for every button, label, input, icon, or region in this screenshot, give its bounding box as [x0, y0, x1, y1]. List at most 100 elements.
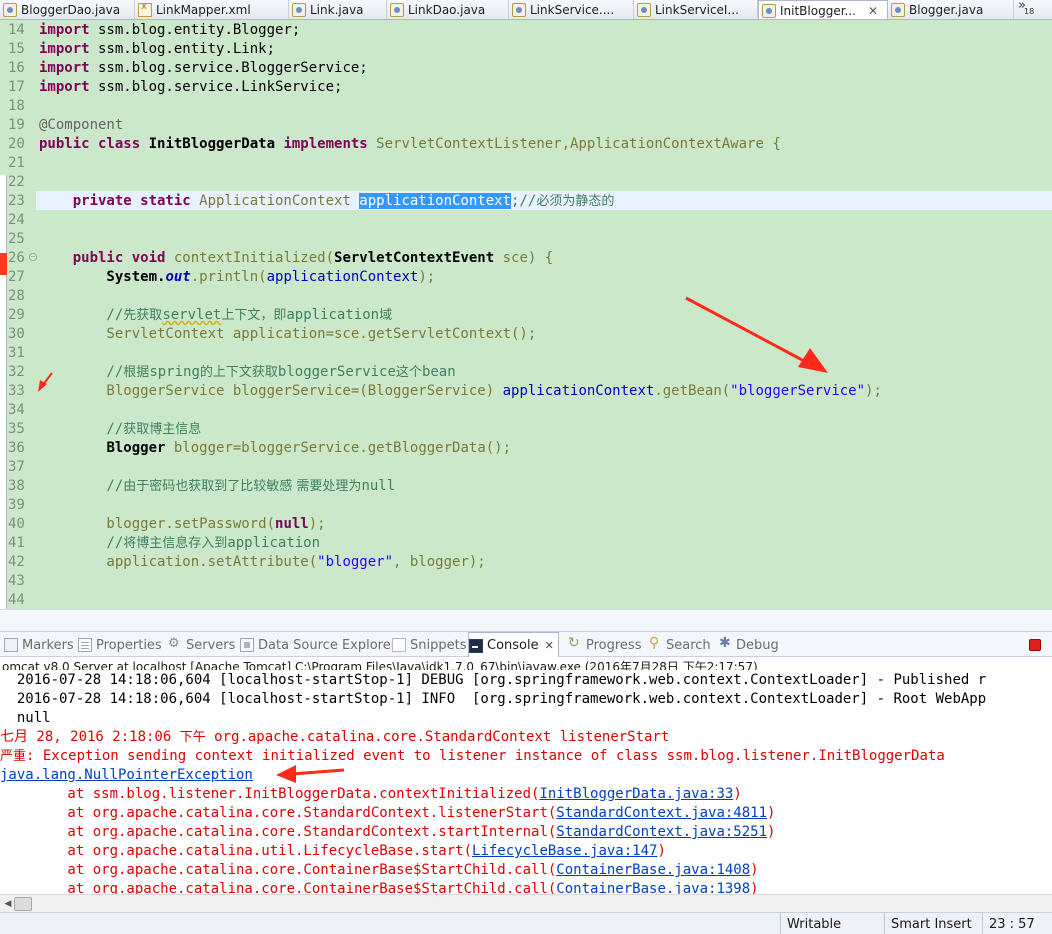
code-line-19: @Component [39, 117, 124, 133]
console-output[interactable]: 2016-07-28 14:18:06,604 [localhost-start… [0, 670, 1052, 894]
line-number: 40 [8, 516, 25, 532]
line-number: 15 [8, 41, 25, 57]
line-number: 19 [8, 117, 25, 133]
tab-label: InitBlogger... [780, 4, 856, 18]
left-panel-fragment [0, 175, 7, 609]
stack-frame: at ssm.blog.listener.InitBloggerData.con… [0, 786, 742, 802]
line-number: 27 [8, 269, 25, 285]
line-number: 21 [8, 155, 25, 171]
tab-label: LinkDao.java [408, 3, 486, 17]
line-number: 36 [8, 440, 25, 456]
tab-search[interactable]: Search [648, 632, 711, 658]
java-file-icon [3, 3, 17, 17]
console-icon [469, 638, 483, 653]
code-line-33: BloggerService bloggerService=(BloggerSe… [39, 383, 882, 399]
line-number: 28 [8, 288, 25, 304]
status-cursor-position: 23 : 57 [982, 913, 1052, 934]
tab-initbloggerdata[interactable]: InitBlogger... ✕ [758, 0, 888, 19]
tab-servers[interactable]: Servers [168, 632, 235, 658]
tab-label: Link.java [310, 3, 364, 17]
code-line-36: Blogger blogger=bloggerService.getBlogge… [106, 440, 512, 456]
stack-frame-link[interactable]: ContainerBase.java:1398 [556, 881, 750, 894]
tab-linkmapper[interactable]: LinkMapper.xml [135, 0, 289, 19]
editor-tab-bar: BloggerDao.java LinkMapper.xml Link.java… [0, 0, 1052, 20]
line-number: 24 [8, 212, 25, 228]
scroll-thumb[interactable] [14, 897, 32, 911]
close-icon[interactable]: ✕ [868, 4, 878, 18]
tab-properties[interactable]: Properties [78, 632, 162, 658]
console-horizontal-scrollbar[interactable]: ◀ [0, 894, 1052, 912]
tab-label: LinkServiceI... [655, 3, 739, 17]
tab-link[interactable]: Link.java [289, 0, 387, 19]
tab-bloggerdao[interactable]: BloggerDao.java [0, 0, 135, 19]
line-number: 20 [8, 136, 25, 152]
debug-icon [718, 635, 732, 652]
tab-linkdao[interactable]: LinkDao.java [387, 0, 509, 19]
code-line-16: import ssm.blog.service.BloggerService; [39, 60, 368, 76]
line-number: 29 [8, 307, 25, 323]
tab-label: LinkService.... [530, 3, 615, 17]
tab-overflow-button[interactable]: » 18 [1014, 0, 1052, 19]
code-line-42: application.setAttribute("blogger", blog… [39, 554, 486, 570]
status-bar: Writable Smart Insert 23 : 57 [0, 912, 1052, 934]
tab-debug[interactable]: Debug [718, 632, 779, 658]
line-number: 39 [8, 497, 25, 513]
line-number: 32 [8, 364, 25, 380]
tab-data-source-explorer[interactable]: Data Source Explorer [240, 632, 396, 658]
line-number: 25 [8, 231, 25, 247]
tab-label: LinkMapper.xml [156, 3, 251, 17]
code-line-32: //根据spring的上下文获取bloggerService这个bean [39, 364, 456, 380]
stack-frame: at org.apache.catalina.util.LifecycleBas… [0, 843, 666, 859]
tab-snippets[interactable]: Snippets [392, 632, 466, 658]
tab-blogger[interactable]: Blogger.java [888, 0, 1014, 19]
line-number: 44 [8, 592, 25, 608]
tab-progress[interactable]: Progress [568, 632, 641, 658]
line-number: 35 [8, 421, 25, 437]
java-file-icon [292, 3, 306, 17]
stack-frame-link[interactable]: StandardContext.java:4811 [556, 805, 767, 821]
stack-frame-link[interactable]: ContainerBase.java:1408 [556, 862, 750, 878]
stack-frame: at org.apache.catalina.core.ContainerBas… [0, 862, 759, 878]
tab-linkservice[interactable]: LinkService.... [509, 0, 634, 19]
xml-file-icon [138, 1, 152, 17]
selected-text: applicationContext [359, 193, 512, 209]
tab-linkserviceimpl[interactable]: LinkServiceI... [634, 0, 758, 19]
tab-console[interactable]: Console ✕ [468, 632, 559, 658]
console-line: 2016-07-28 14:18:06,604 [localhost-start… [0, 672, 987, 688]
tab-markers[interactable]: Markers [4, 632, 74, 658]
code-line-26: public void contextInitialized(ServletCo… [39, 250, 554, 266]
hidden-tab-count: 18 [1024, 7, 1035, 16]
status-writable: Writable [780, 913, 884, 934]
line-number: 38 [8, 478, 25, 494]
tab-label: Blogger.java [909, 3, 984, 17]
console-line: 严重: Exception sending context initialize… [0, 748, 945, 764]
line-number: 16 [8, 60, 25, 76]
code-line-40: blogger.setPassword(null); [39, 516, 326, 532]
stack-frame-link[interactable]: LifecycleBase.java:147 [472, 843, 657, 859]
stack-frame-link[interactable]: StandardContext.java:5251 [556, 824, 767, 840]
console-line: 2016-07-28 14:18:06,604 [localhost-start… [0, 691, 987, 707]
java-file-icon [891, 3, 905, 17]
java-file-icon [762, 4, 776, 18]
progress-icon [568, 635, 582, 652]
java-file-icon [637, 3, 651, 17]
fold-toggle-icon[interactable]: − [29, 253, 37, 261]
stack-frame-link[interactable]: InitBloggerData.java:33 [539, 786, 733, 802]
java-file-icon [390, 3, 404, 17]
snippets-icon [392, 638, 406, 652]
line-number: 31 [8, 345, 25, 361]
search-icon [648, 635, 662, 652]
code-editor[interactable]: 14 15 16 17 18 19 20 21 22 23 24 25 26 2… [0, 20, 1052, 609]
view-tab-bar: Markers Properties Servers Data Source E… [0, 631, 1052, 658]
code-line-35: //获取博主信息 [39, 421, 202, 437]
close-icon[interactable]: ✕ [545, 639, 554, 652]
code-line-14: import ssm.blog.entity.Blogger; [39, 22, 301, 38]
line-number: 34 [8, 402, 25, 418]
terminate-button[interactable] [1029, 639, 1041, 651]
code-line-38: //由于密码也获取到了比较敏感 需要处理为null [39, 478, 396, 494]
line-number: 17 [8, 79, 25, 95]
line-number: 18 [8, 98, 25, 114]
console-line: null [0, 710, 51, 726]
exception-link[interactable]: java.lang.NullPointerException [0, 766, 253, 785]
servers-icon [168, 636, 182, 652]
